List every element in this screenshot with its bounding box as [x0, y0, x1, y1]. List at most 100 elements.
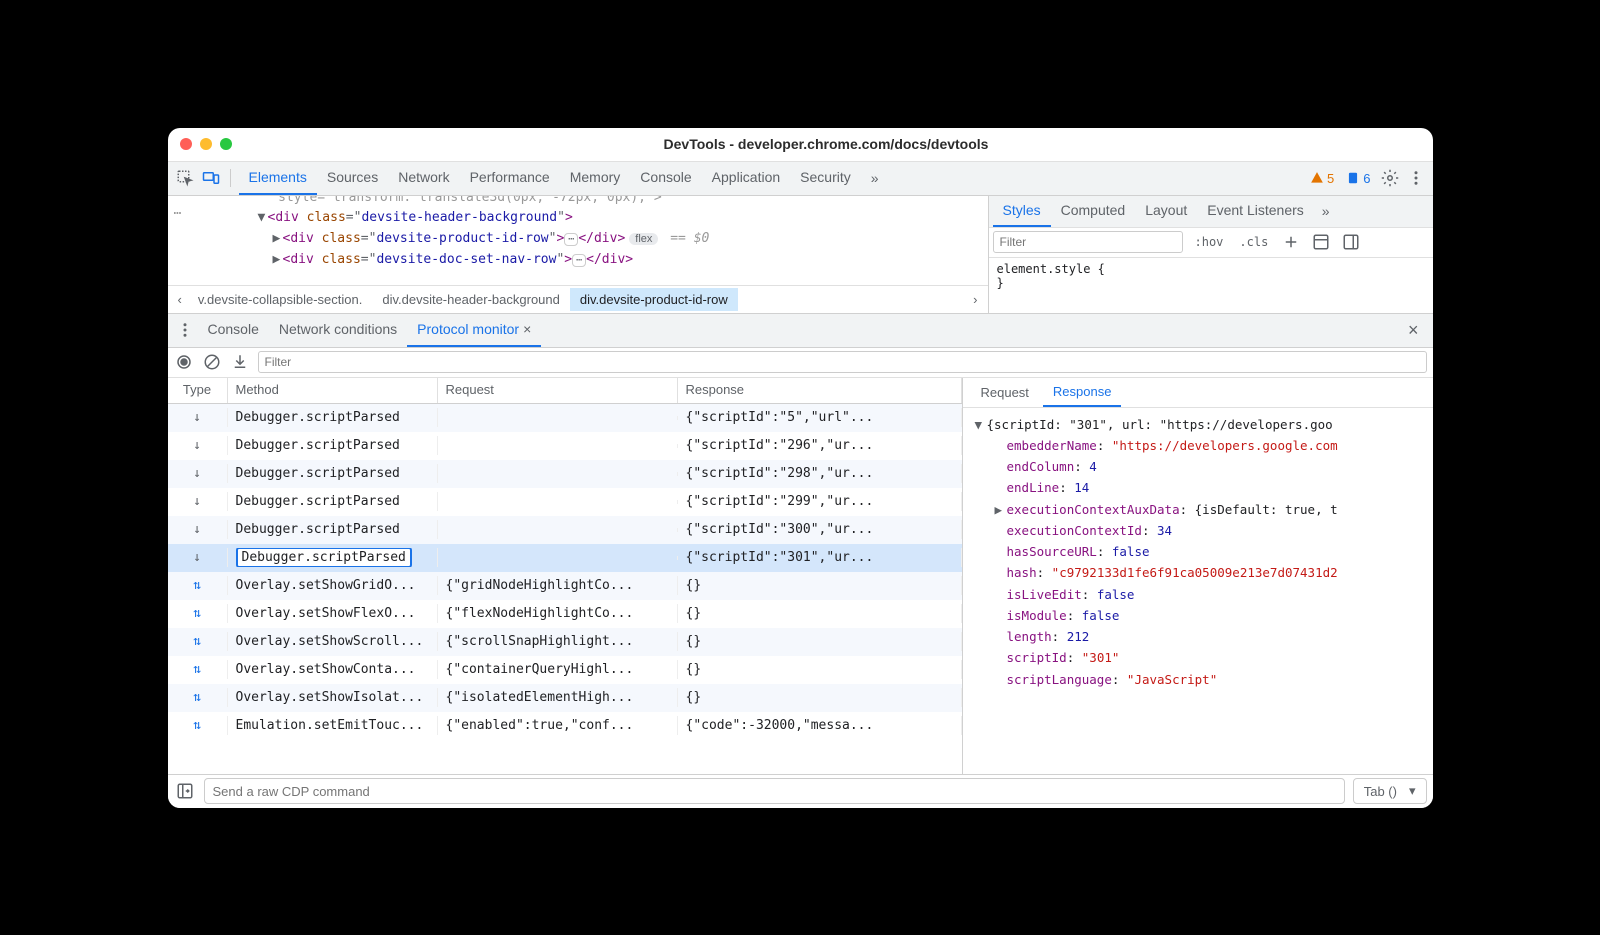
breadcrumb-scroll-right-icon[interactable]: › — [967, 292, 983, 307]
inspect-element-icon[interactable] — [174, 167, 196, 189]
tab-network[interactable]: Network — [388, 161, 459, 195]
styles-tab-computed[interactable]: Computed — [1051, 195, 1136, 227]
dom-line-truncated: " style="transform: translate3d(0px, -72… — [168, 196, 988, 209]
table-row[interactable]: ↓Debugger.scriptParsed{"scriptId":"300",… — [168, 516, 962, 544]
kebab-menu-icon[interactable] — [1405, 167, 1427, 189]
json-property[interactable]: isModule: false — [967, 605, 1429, 626]
table-row[interactable]: ⇅Overlay.setShowGridO...{"gridNodeHighli… — [168, 572, 962, 600]
window-title: DevTools - developer.chrome.com/docs/dev… — [232, 136, 1421, 152]
table-row[interactable]: ⇅Overlay.setShowFlexO...{"flexNodeHighli… — [168, 600, 962, 628]
detail-tab-bar: Request Response — [963, 378, 1433, 408]
overflow-menu-icon[interactable]: … — [174, 203, 182, 218]
json-property[interactable]: hash: "c9792133d1fe6f91ca05009e213e7d074… — [967, 562, 1429, 583]
table-row[interactable]: ⇅Emulation.setEmitTouc...{"enabled":true… — [168, 712, 962, 740]
table-row[interactable]: ⇅Overlay.setShowIsolat...{"isolatedEleme… — [168, 684, 962, 712]
th-response[interactable]: Response — [678, 378, 962, 403]
cdp-command-input[interactable] — [204, 778, 1345, 804]
json-property[interactable]: scriptLanguage: "JavaScript" — [967, 669, 1429, 690]
json-property[interactable]: isLiveEdit: false — [967, 584, 1429, 605]
dom-node[interactable]: ▶<div class="devsite-doc-set-nav-row">⋯<… — [168, 250, 988, 271]
drawer-tab-console[interactable]: Console — [198, 313, 269, 347]
computed-sidebar-icon[interactable] — [1310, 231, 1332, 253]
json-root: ▼{scriptId: "301", url: "https://develop… — [967, 414, 1429, 435]
warnings-badge[interactable]: 5 — [1306, 171, 1338, 186]
dom-node[interactable]: ▶<div class="devsite-product-id-row">⋯</… — [168, 229, 988, 250]
tab-console[interactable]: Console — [630, 161, 701, 195]
clear-icon[interactable] — [202, 352, 222, 372]
json-property[interactable]: executionContextId: 34 — [967, 520, 1429, 541]
drawer-tab-protocol-monitor[interactable]: Protocol monitor× — [407, 313, 541, 347]
styles-tab-layout[interactable]: Layout — [1135, 195, 1197, 227]
table-row[interactable]: ↓Debugger.scriptParsed{"scriptId":"301",… — [168, 544, 962, 572]
styles-filter-input[interactable] — [993, 231, 1183, 253]
table-row[interactable]: ↓Debugger.scriptParsed{"scriptId":"296",… — [168, 432, 962, 460]
breadcrumb-item[interactable]: div.devsite-product-id-row — [570, 288, 738, 311]
protocol-detail-panel: Request Response ▼{scriptId: "301", url:… — [963, 378, 1433, 774]
tab-performance[interactable]: Performance — [460, 161, 560, 195]
json-property[interactable]: endLine: 14 — [967, 477, 1429, 498]
main-tab-bar: ElementsSourcesNetworkPerformanceMemoryC… — [168, 162, 1433, 196]
detail-body[interactable]: ▼{scriptId: "301", url: "https://develop… — [963, 408, 1433, 774]
minimize-window-button[interactable] — [200, 138, 212, 150]
table-row[interactable]: ↓Debugger.scriptParsed{"scriptId":"5","u… — [168, 404, 962, 432]
breadcrumb-item[interactable]: v.devsite-collapsible-section. — [188, 288, 373, 311]
json-property[interactable]: endColumn: 4 — [967, 456, 1429, 477]
more-tabs-icon[interactable]: » — [865, 170, 885, 186]
toggle-sidebar-icon[interactable] — [1340, 231, 1362, 253]
issues-badge[interactable]: 6 — [1342, 171, 1374, 186]
detail-tab-request[interactable]: Request — [971, 379, 1039, 406]
dom-tree[interactable]: " style="transform: translate3d(0px, -72… — [168, 196, 988, 285]
table-row[interactable]: ⇅Overlay.setShowScroll...{"scrollSnapHig… — [168, 628, 962, 656]
toggle-editor-icon[interactable] — [174, 780, 196, 802]
breadcrumb-item[interactable]: div.devsite-header-background — [372, 288, 570, 311]
json-property[interactable]: embedderName: "https://developers.google… — [967, 435, 1429, 456]
styles-tab-bar: StylesComputedLayoutEvent Listeners » — [989, 196, 1433, 228]
record-icon[interactable] — [174, 352, 194, 372]
tab-memory[interactable]: Memory — [560, 161, 631, 195]
styles-tab-styles[interactable]: Styles — [993, 195, 1051, 227]
table-row[interactable]: ⇅Overlay.setShowConta...{"containerQuery… — [168, 656, 962, 684]
tab-sources[interactable]: Sources — [317, 161, 388, 195]
close-tab-icon[interactable]: × — [523, 321, 531, 337]
protocol-monitor-toolbar — [168, 348, 1433, 378]
titlebar: DevTools - developer.chrome.com/docs/dev… — [168, 128, 1433, 162]
close-window-button[interactable] — [180, 138, 192, 150]
save-icon[interactable] — [230, 352, 250, 372]
json-property[interactable]: hasSourceURL: false — [967, 541, 1429, 562]
th-type[interactable]: Type — [168, 378, 228, 403]
json-property[interactable]: scriptId: "301" — [967, 647, 1429, 668]
table-row[interactable]: ↓Debugger.scriptParsed{"scriptId":"298",… — [168, 460, 962, 488]
breadcrumb-scroll-left-icon[interactable]: ‹ — [172, 292, 188, 307]
elements-panel: … " style="transform: translate3d(0px, -… — [168, 196, 988, 313]
hov-button[interactable]: :hov — [1191, 233, 1228, 251]
drawer-menu-icon[interactable] — [174, 319, 196, 341]
protocol-table: Type Method Request Response ↓Debugger.s… — [168, 378, 963, 774]
maximize-window-button[interactable] — [220, 138, 232, 150]
json-property[interactable]: length: 212 — [967, 626, 1429, 647]
window-controls — [180, 138, 232, 150]
detail-tab-response[interactable]: Response — [1043, 378, 1122, 407]
drawer-tab-bar: ConsoleNetwork conditionsProtocol monito… — [168, 314, 1433, 348]
tab-application[interactable]: Application — [702, 161, 791, 195]
tab-elements[interactable]: Elements — [239, 161, 317, 195]
devtools-window: DevTools - developer.chrome.com/docs/dev… — [168, 128, 1433, 808]
styles-tab-event-listeners[interactable]: Event Listeners — [1197, 195, 1314, 227]
json-property[interactable]: ▶executionContextAuxData: {isDefault: tr… — [967, 499, 1429, 520]
drawer-tab-network-conditions[interactable]: Network conditions — [269, 313, 407, 347]
cls-button[interactable]: .cls — [1235, 233, 1272, 251]
new-style-rule-icon[interactable] — [1280, 231, 1302, 253]
th-method[interactable]: Method — [228, 378, 438, 403]
target-selector[interactable]: Tab ()▾ — [1353, 778, 1427, 804]
styles-panel: StylesComputedLayoutEvent Listeners » :h… — [988, 196, 1433, 313]
device-toolbar-icon[interactable] — [200, 167, 222, 189]
dom-node[interactable]: ▼<div class="devsite-header-background"> — [168, 208, 988, 229]
th-request[interactable]: Request — [438, 378, 678, 403]
tab-security[interactable]: Security — [790, 161, 861, 195]
styles-body[interactable]: element.style { } — [989, 258, 1433, 294]
close-drawer-icon[interactable]: × — [1400, 320, 1427, 341]
settings-gear-icon[interactable] — [1379, 167, 1401, 189]
protocol-filter-input[interactable] — [258, 351, 1427, 373]
breadcrumb-bar: ‹ v.devsite-collapsible-section.div.devs… — [168, 285, 988, 313]
table-row[interactable]: ↓Debugger.scriptParsed{"scriptId":"299",… — [168, 488, 962, 516]
styles-more-tabs-icon[interactable]: » — [1316, 203, 1336, 219]
